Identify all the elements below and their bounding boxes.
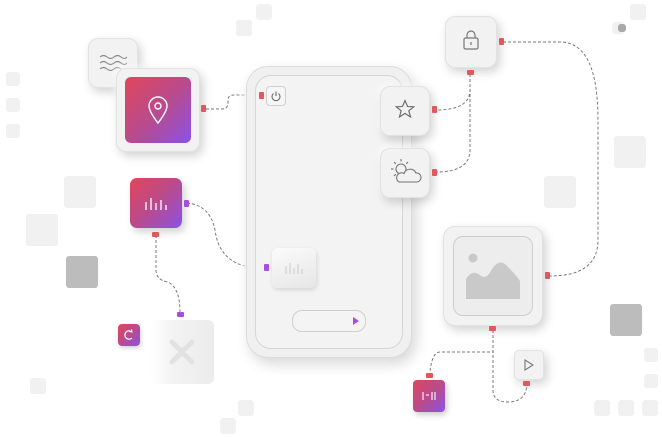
audio-port: [184, 200, 189, 207]
weather-card[interactable]: [380, 148, 430, 198]
favorite-port: [432, 106, 437, 113]
media-port: [426, 373, 433, 378]
gallery-port: [489, 326, 496, 331]
audio-card[interactable]: [130, 178, 182, 228]
lock-card[interactable]: [445, 16, 497, 68]
map-pin-icon: [146, 95, 170, 125]
cloud-sun-icon: [389, 157, 423, 187]
audio-port: [152, 232, 159, 237]
media-card[interactable]: [413, 380, 445, 412]
equalizer-icon: [422, 392, 436, 400]
phone-port: [264, 264, 269, 271]
image-icon: [462, 247, 524, 303]
play-icon: [353, 317, 359, 325]
phone-port: [259, 92, 264, 99]
disabled-card: [150, 320, 214, 384]
star-icon: [395, 99, 415, 119]
lock-port: [467, 70, 474, 75]
location-tile: [125, 77, 191, 143]
phone-play-bar[interactable]: [292, 310, 366, 332]
favorite-card[interactable]: [380, 86, 430, 136]
crossed-out-icon: [168, 338, 196, 366]
reload-port: [177, 312, 184, 317]
audio-widget[interactable]: [272, 248, 316, 288]
power-icon: [267, 87, 285, 105]
equalizer-icon: [284, 260, 304, 276]
video-port: [523, 381, 530, 386]
gallery-port: [545, 272, 550, 279]
lock-port: [499, 38, 504, 45]
reload-button[interactable]: [118, 324, 140, 346]
video-card[interactable]: [514, 350, 544, 380]
refresh-icon: [123, 329, 135, 341]
play-icon: [524, 359, 534, 371]
weather-port: [432, 169, 437, 176]
padlock-icon: [462, 29, 480, 51]
gallery-card[interactable]: [443, 226, 543, 326]
power-button[interactable]: [266, 86, 286, 106]
location-port: [201, 105, 206, 112]
location-card[interactable]: [116, 68, 200, 152]
gallery-frame: [453, 236, 533, 316]
equalizer-icon: [144, 194, 168, 212]
